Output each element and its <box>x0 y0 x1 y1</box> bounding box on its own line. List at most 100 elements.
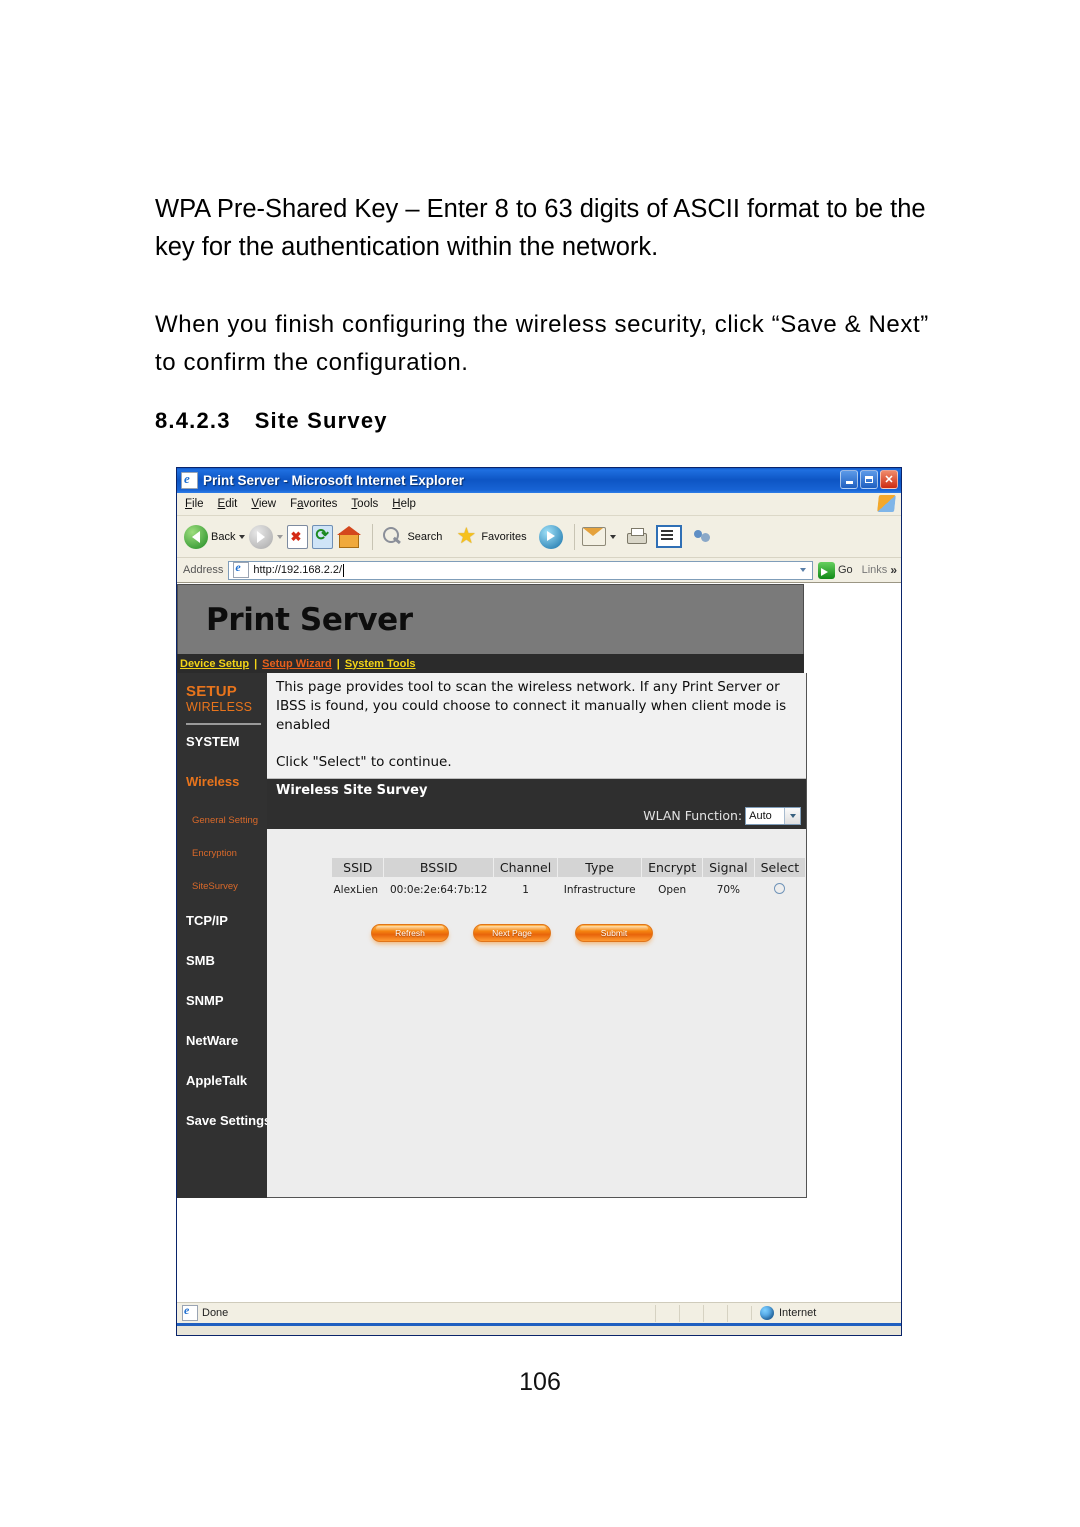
action-button-row: Refresh Next Page Submit <box>371 924 806 942</box>
menu-item-help[interactable]: Help <box>392 498 416 510</box>
search-button[interactable]: Search <box>380 525 442 549</box>
paragraph-wpa-key: WPA Pre-Shared Key – Enter 8 to 63 digit… <box>155 195 926 261</box>
close-button[interactable]: ✕ <box>880 470 898 489</box>
select-dropdown-button[interactable] <box>784 807 801 824</box>
sidebar-subitem-encryption[interactable]: Encryption <box>177 848 267 859</box>
go-button[interactable]: Go <box>817 561 853 579</box>
address-input[interactable]: http://192.168.2.2/ <box>228 560 813 580</box>
forward-arrow-icon <box>249 524 274 549</box>
nav-device-setup[interactable]: Device Setup <box>180 658 249 670</box>
sidebar-item-system[interactable]: SYSTEM <box>177 735 267 749</box>
refresh-button-label: Refresh <box>395 928 425 938</box>
sidebar-setup-header: SETUP WIRELESS <box>177 683 267 715</box>
sidebar-item-tcpip[interactable]: TCP/IP <box>177 914 267 928</box>
restore-button[interactable] <box>860 470 878 489</box>
text-cursor <box>343 563 345 577</box>
toolbar-divider-2 <box>573 523 575 550</box>
address-url-text: http://192.168.2.2/ <box>253 564 343 576</box>
submit-button[interactable]: Submit <box>575 924 653 942</box>
sidebar-subitem-sitesurvey[interactable]: SiteSurvey <box>177 881 267 892</box>
menu-item-edit[interactable]: Edit <box>218 498 238 510</box>
app-top-nav: Device Setup | Setup Wizard | System Too… <box>177 654 804 673</box>
column-header-bssid: BSSID <box>383 857 494 878</box>
wlan-function-row: WLAN Function: Auto <box>267 802 807 829</box>
app-title: Print Server <box>206 601 413 638</box>
favorites-button[interactable]: ★ Favorites <box>454 522 527 549</box>
sidebar-item-snmp[interactable]: SNMP <box>177 994 267 1008</box>
wlan-function-value: Auto <box>749 809 772 822</box>
wlan-function-select[interactable]: Auto <box>745 806 802 825</box>
cell-type: Infrastructure <box>557 877 642 902</box>
intro-line-2: Click "Select" to continue. <box>276 754 452 770</box>
messenger-button[interactable] <box>691 527 713 547</box>
cell-ssid: AlexLien <box>331 877 384 902</box>
security-zone-label: Internet <box>779 1307 817 1319</box>
select-radio-button[interactable] <box>774 883 786 894</box>
table-row: AlexLien 00:0e:2e:64:7b:12 1 Infrastruct… <box>331 877 806 902</box>
nav-separator-2: | <box>336 657 340 670</box>
sidebar-item-wireless[interactable]: Wireless <box>177 775 267 789</box>
sidebar-item-netware[interactable]: NetWare <box>177 1034 267 1048</box>
menu-item-tools[interactable]: Tools <box>351 498 378 510</box>
chevron-down-icon <box>799 568 806 572</box>
stop-button[interactable] <box>287 524 309 549</box>
sidebar-setup-subtitle: WIRELESS <box>186 700 253 714</box>
windows-flag-icon <box>877 495 896 512</box>
security-zone[interactable]: Internet <box>751 1306 901 1320</box>
forward-button[interactable] <box>249 524 284 549</box>
heading-number: 8.4.2.3 <box>155 408 231 433</box>
column-header-channel: Channel <box>492 857 559 878</box>
mail-chevron-down-icon[interactable] <box>609 534 616 539</box>
section-heading: 8.4.2.3 Site Survey <box>155 408 388 434</box>
nav-system-tools[interactable]: System Tools <box>345 658 416 670</box>
address-dropdown-button[interactable] <box>795 562 811 579</box>
stop-icon <box>287 524 309 549</box>
column-header-type: Type <box>557 857 643 878</box>
media-icon <box>538 524 563 549</box>
favorites-label: Favorites <box>481 530 527 543</box>
column-header-ssid: SSID <box>330 857 385 878</box>
close-icon: ✕ <box>884 474 894 486</box>
back-arrow-icon <box>184 524 208 549</box>
column-header-select: Select <box>753 857 807 878</box>
cell-channel: 1 <box>493 877 558 902</box>
window-controls: ✕ <box>840 470 898 489</box>
sidebar-item-save-settings[interactable]: Save Settings <box>177 1114 271 1128</box>
sidebar-subitem-general-setting[interactable]: General Setting <box>177 815 267 826</box>
app-body: SETUP WIRELESS SYSTEM Wireless General S… <box>177 673 808 1198</box>
minimize-button[interactable] <box>840 470 858 489</box>
sidebar-item-appletalk[interactable]: AppleTalk <box>177 1074 267 1088</box>
chevron-down-icon[interactable] <box>239 534 246 539</box>
window-title: Print Server - Microsoft Internet Explor… <box>203 473 465 488</box>
print-button[interactable] <box>625 527 647 547</box>
menu-item-view[interactable]: View <box>251 498 276 510</box>
refresh-button[interactable] <box>312 524 334 549</box>
submit-button-label: Submit <box>600 928 628 938</box>
search-label: Search <box>407 530 443 543</box>
address-bar: Address http://192.168.2.2/ Go Links » <box>177 558 901 583</box>
mail-button[interactable] <box>581 527 616 546</box>
nav-setup-wizard[interactable]: Setup Wizard <box>262 658 332 670</box>
forward-chevron-down-icon[interactable] <box>277 534 284 539</box>
menu-item-favorites[interactable]: Favorites <box>290 498 337 510</box>
menu-item-file[interactable]: File <box>185 498 204 510</box>
back-button[interactable]: Back <box>184 524 246 549</box>
links-label[interactable]: Links <box>862 564 888 576</box>
site-survey-table: SSID BSSID Channel Type Encrypt Signal S… <box>330 857 807 902</box>
refresh-button[interactable]: Refresh <box>371 924 449 942</box>
intro-block: This page provides tool to scan the wire… <box>267 673 807 779</box>
next-page-button[interactable]: Next Page <box>473 924 551 942</box>
media-button[interactable] <box>538 524 563 549</box>
next-page-button-label: Next Page <box>492 928 532 938</box>
restore-icon <box>865 476 873 483</box>
edit-button[interactable] <box>655 525 682 548</box>
star-icon: ★ <box>456 522 477 548</box>
survey-panel: SSID BSSID Channel Type Encrypt Signal S… <box>267 829 807 1197</box>
cell-select[interactable] <box>754 877 806 902</box>
status-cell-1 <box>655 1304 679 1322</box>
sidebar-item-smb[interactable]: SMB <box>177 954 267 968</box>
column-header-encrypt: Encrypt <box>641 857 704 878</box>
messenger-icon <box>691 527 713 547</box>
overflow-chevron-icon[interactable]: » <box>890 563 897 577</box>
home-button[interactable] <box>337 525 362 548</box>
